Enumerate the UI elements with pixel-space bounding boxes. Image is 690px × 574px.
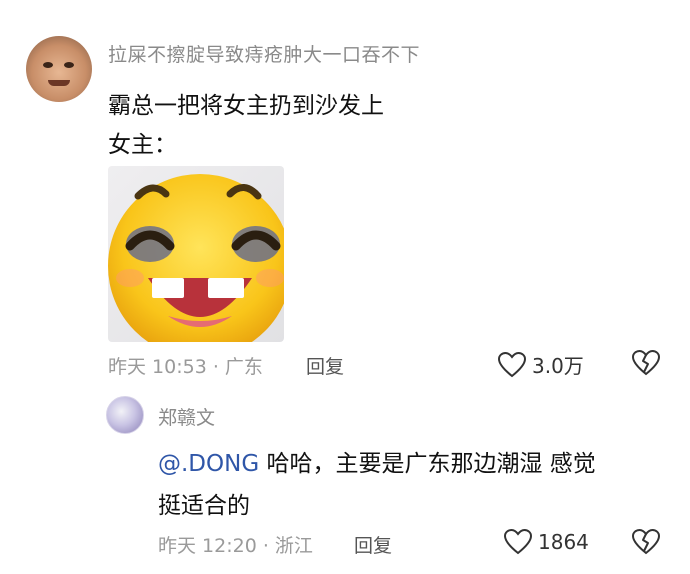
reply-reply-button[interactable]: 回复: [354, 531, 392, 558]
like-count: 3.0万: [532, 354, 584, 378]
avatar-eye: [64, 62, 74, 68]
reply-like-count: 1864: [538, 530, 589, 554]
reply-text-line-1: @.DONG 哈哈，主要是广东那边潮湿 感觉: [158, 444, 596, 478]
comment-username[interactable]: 拉屎不擦腚导致痔疮肿大一口吞不下: [108, 40, 420, 67]
like-button[interactable]: 3.0万: [498, 350, 584, 379]
comment-image[interactable]: [108, 166, 284, 342]
mention-link[interactable]: @.DONG: [158, 451, 259, 477]
broken-heart-icon[interactable]: [632, 529, 660, 555]
reply-button[interactable]: 回复: [306, 352, 344, 379]
comment-text-line-2: 女主：: [108, 132, 177, 158]
laughing-emoji-icon: [108, 174, 284, 342]
reply-like-button[interactable]: 1864: [504, 529, 589, 555]
reply-text-line-2: 挺适合的: [158, 493, 250, 519]
reply-meta: 昨天 12:20 · 浙江: [158, 535, 313, 557]
reply-text: 哈哈，主要是广东那边潮湿 感觉: [259, 451, 596, 477]
reply-username[interactable]: 郑赣文: [158, 403, 215, 430]
heart-outline-icon: [504, 529, 532, 555]
comment-meta: 昨天 10:53 · 广东: [108, 356, 263, 378]
avatar-eye: [43, 62, 53, 68]
comment-text-line-1: 霸总一把将女主扔到沙发上: [108, 93, 384, 119]
reply-avatar[interactable]: [106, 396, 144, 434]
avatar[interactable]: [26, 36, 92, 102]
broken-heart-icon[interactable]: [632, 350, 660, 376]
heart-outline-icon: [498, 351, 526, 378]
avatar-mouth: [48, 80, 70, 86]
